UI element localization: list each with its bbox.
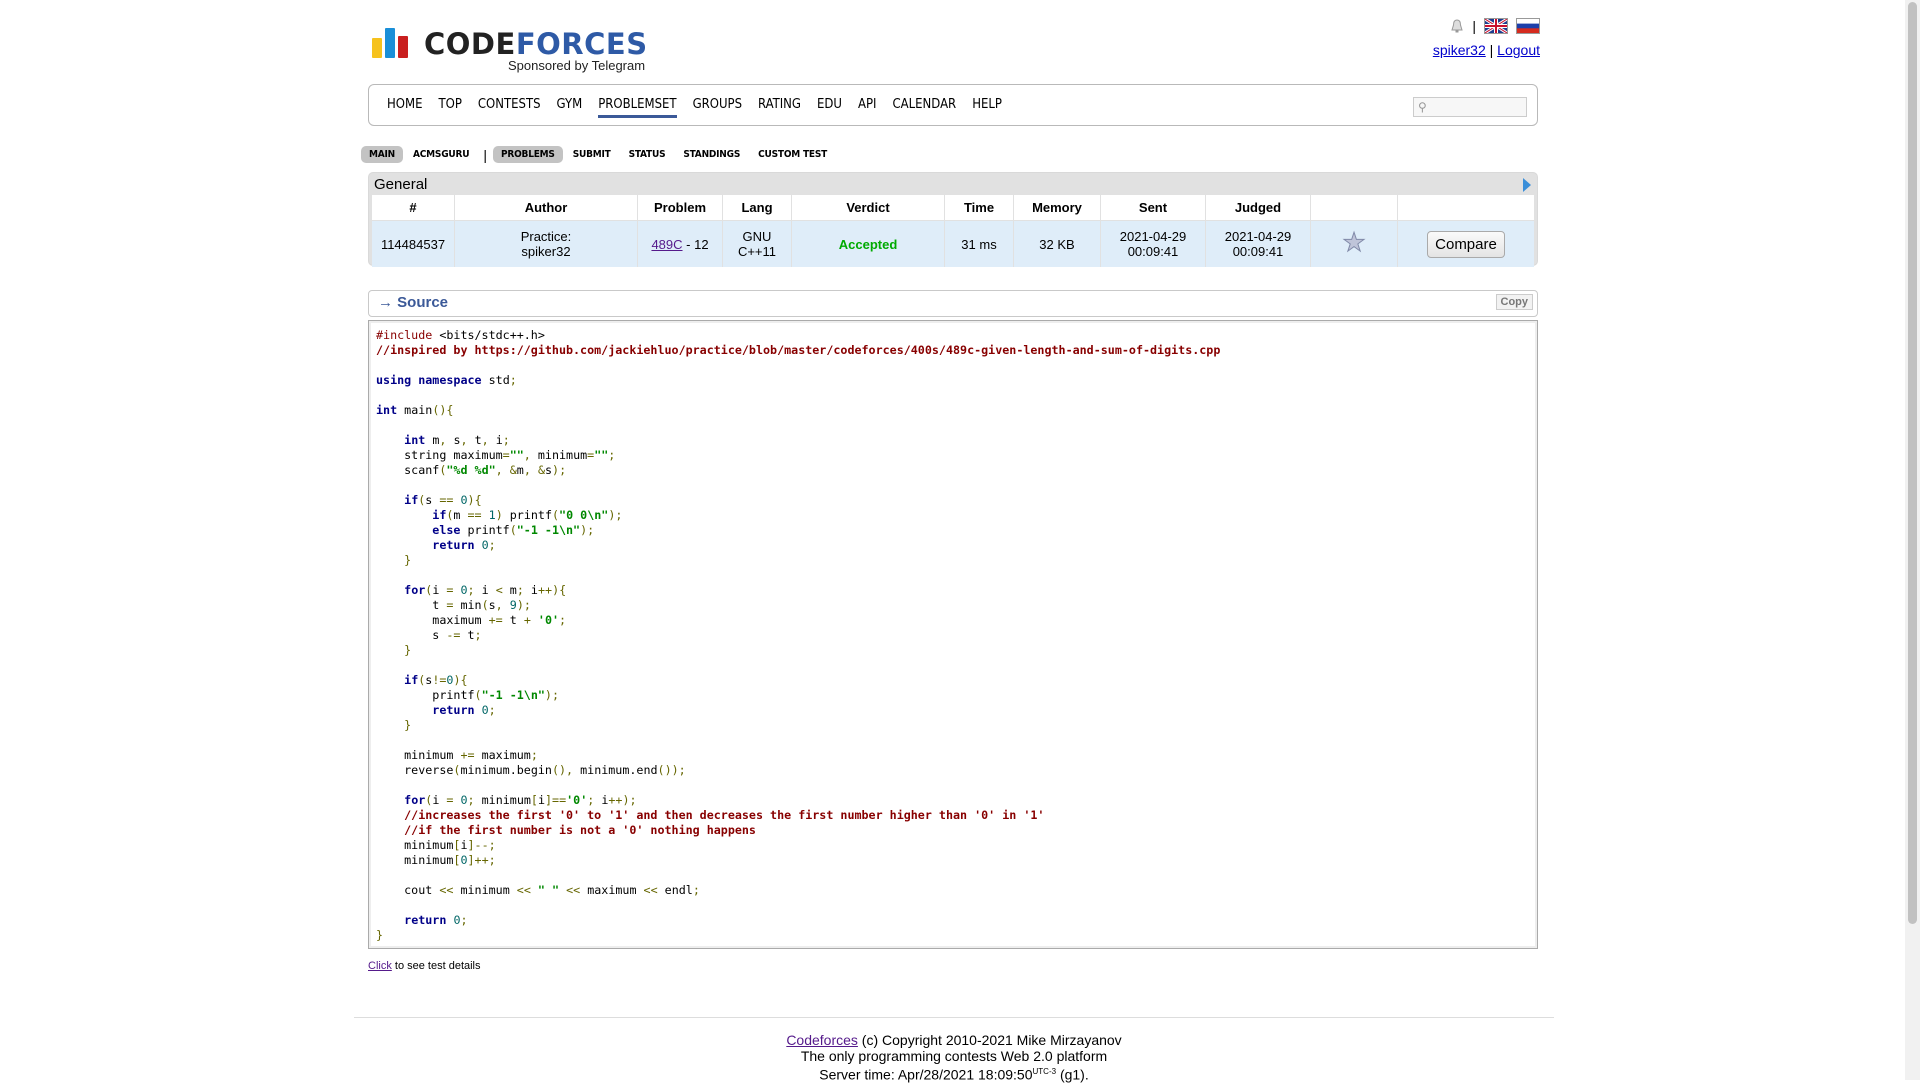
menu-item-api[interactable]: API (858, 97, 877, 118)
menu-item-home[interactable]: HOME (387, 97, 422, 118)
submission-general-box: General # Author Problem Lang Verdict Ti… (368, 172, 1538, 267)
page-scrollbar[interactable] (1905, 0, 1920, 1080)
submission-sent: 2021-04-29 00:09:41 (1100, 220, 1206, 267)
col-time: Time (944, 195, 1014, 221)
subnav-standings[interactable]: STANDINGS (675, 146, 748, 163)
menu-item-contests[interactable]: CONTESTS (478, 97, 541, 118)
subnav-custom-test[interactable]: CUSTOM TEST (750, 146, 835, 163)
subnav-main[interactable]: MAIN (361, 146, 403, 163)
search-icon: ⚲ (1418, 100, 1427, 114)
col-lang: Lang (722, 195, 792, 221)
table-header-row: # Author Problem Lang Verdict Time Memor… (372, 195, 1534, 221)
separator: | (483, 146, 487, 163)
codeforces-logo[interactable]: CODEFORCES Sponsored by Telegram (372, 22, 652, 82)
submission-judged: 2021-04-29 00:09:41 (1205, 220, 1311, 267)
submission-id: 114484537 (372, 220, 455, 267)
col-compare (1397, 195, 1534, 221)
general-caption: General (374, 176, 428, 193)
source-code[interactable]: #include <bits/stdc++.h> //inspired by h… (376, 328, 1220, 943)
subnav-problems[interactable]: PROBLEMS (492, 146, 563, 163)
submission-author: Practice: spiker32 (454, 220, 638, 267)
search-box: ⚲ (1413, 97, 1527, 117)
footer-tagline: The only programming contests Web 2.0 pl… (800, 1048, 1108, 1064)
expand-arrow-icon[interactable] (1523, 178, 1531, 192)
bell-icon[interactable] (1450, 19, 1464, 33)
english-flag-icon[interactable] (1484, 18, 1508, 34)
menu-item-rating[interactable]: RATING (758, 97, 801, 118)
second-level-menu: MAIN ACMSGURU | PROBLEMS SUBMIT STATUS S… (361, 146, 837, 163)
menu-item-gym[interactable]: GYM (557, 97, 583, 118)
submission-problem: 489C - 12 (637, 220, 723, 267)
menu-item-calendar[interactable]: CALENDAR (892, 97, 956, 118)
compare-button[interactable]: Compare (1427, 230, 1505, 258)
subnav-submit[interactable]: SUBMIT (565, 146, 619, 163)
col-sent: Sent (1100, 195, 1206, 221)
logo-text: CODEFORCES (424, 27, 648, 61)
submission-table: # Author Problem Lang Verdict Time Memor… (372, 195, 1534, 267)
col-author: Author (454, 195, 638, 221)
logo-bars-icon (372, 26, 416, 58)
col-memory: Memory (1013, 195, 1101, 221)
col-favourite (1310, 195, 1398, 221)
submission-time: 31 ms (944, 220, 1014, 267)
verdict-accepted: Accepted (838, 236, 898, 252)
footer-codeforces-link[interactable]: Codeforces (786, 1032, 858, 1048)
menu-item-groups[interactable]: GROUPS (693, 97, 742, 118)
col-judged: Judged (1205, 195, 1311, 221)
compare-cell: Compare (1397, 220, 1534, 267)
copy-button[interactable]: Copy (1495, 294, 1533, 310)
submission-memory: 32 KB (1013, 220, 1101, 267)
source-title: → Source (378, 294, 449, 311)
separator: | (1472, 18, 1476, 34)
test-details-line: Click to see test details (368, 960, 481, 972)
russian-flag-icon[interactable] (1516, 18, 1540, 34)
submission-lang: GNU C++11 (722, 220, 792, 267)
profile-link[interactable]: spiker32 (1433, 42, 1486, 58)
menu-item-top[interactable]: TOP (438, 97, 461, 118)
logout-link[interactable]: Logout (1497, 42, 1540, 58)
problem-link[interactable]: 489C (651, 237, 682, 252)
col-verdict: Verdict (791, 195, 945, 221)
star-icon[interactable]: ★ (1342, 227, 1366, 257)
col-problem: Problem (637, 195, 723, 221)
submission-verdict: Accepted (791, 220, 945, 267)
source-code-box[interactable]: #include <bits/stdc++.h> //inspired by h… (368, 320, 1538, 949)
source-header: → Source Copy (368, 290, 1538, 317)
col-id: # (372, 195, 455, 221)
table-row: 114484537 Practice: spiker32 489C - 12 GN… (372, 220, 1534, 267)
scrollbar-thumb[interactable] (1908, 2, 1917, 924)
footer: Codeforces (c) Copyright 2010-2021 Mike … (368, 1032, 1540, 1083)
footer-divider (354, 1017, 1554, 1018)
test-details-link[interactable]: Click (368, 960, 392, 972)
subnav-acmsguru[interactable]: ACMSGURU (405, 146, 477, 163)
main-menu: HOME TOP CONTESTS GYM PROBLEMSET GROUPS … (368, 84, 1538, 126)
menu-item-problemset[interactable]: PROBLEMSET (598, 97, 677, 118)
favourite-cell: ★ (1310, 220, 1398, 267)
separator: | (1489, 42, 1494, 58)
subnav-status[interactable]: STATUS (621, 146, 674, 163)
user-area: | spiker32 | Logout (1433, 16, 1540, 58)
menu-item-help[interactable]: HELP (972, 97, 1002, 118)
search-input[interactable] (1432, 98, 1526, 116)
menu-item-edu[interactable]: EDU (817, 97, 842, 118)
logo-sponsor: Sponsored by Telegram (508, 58, 646, 73)
